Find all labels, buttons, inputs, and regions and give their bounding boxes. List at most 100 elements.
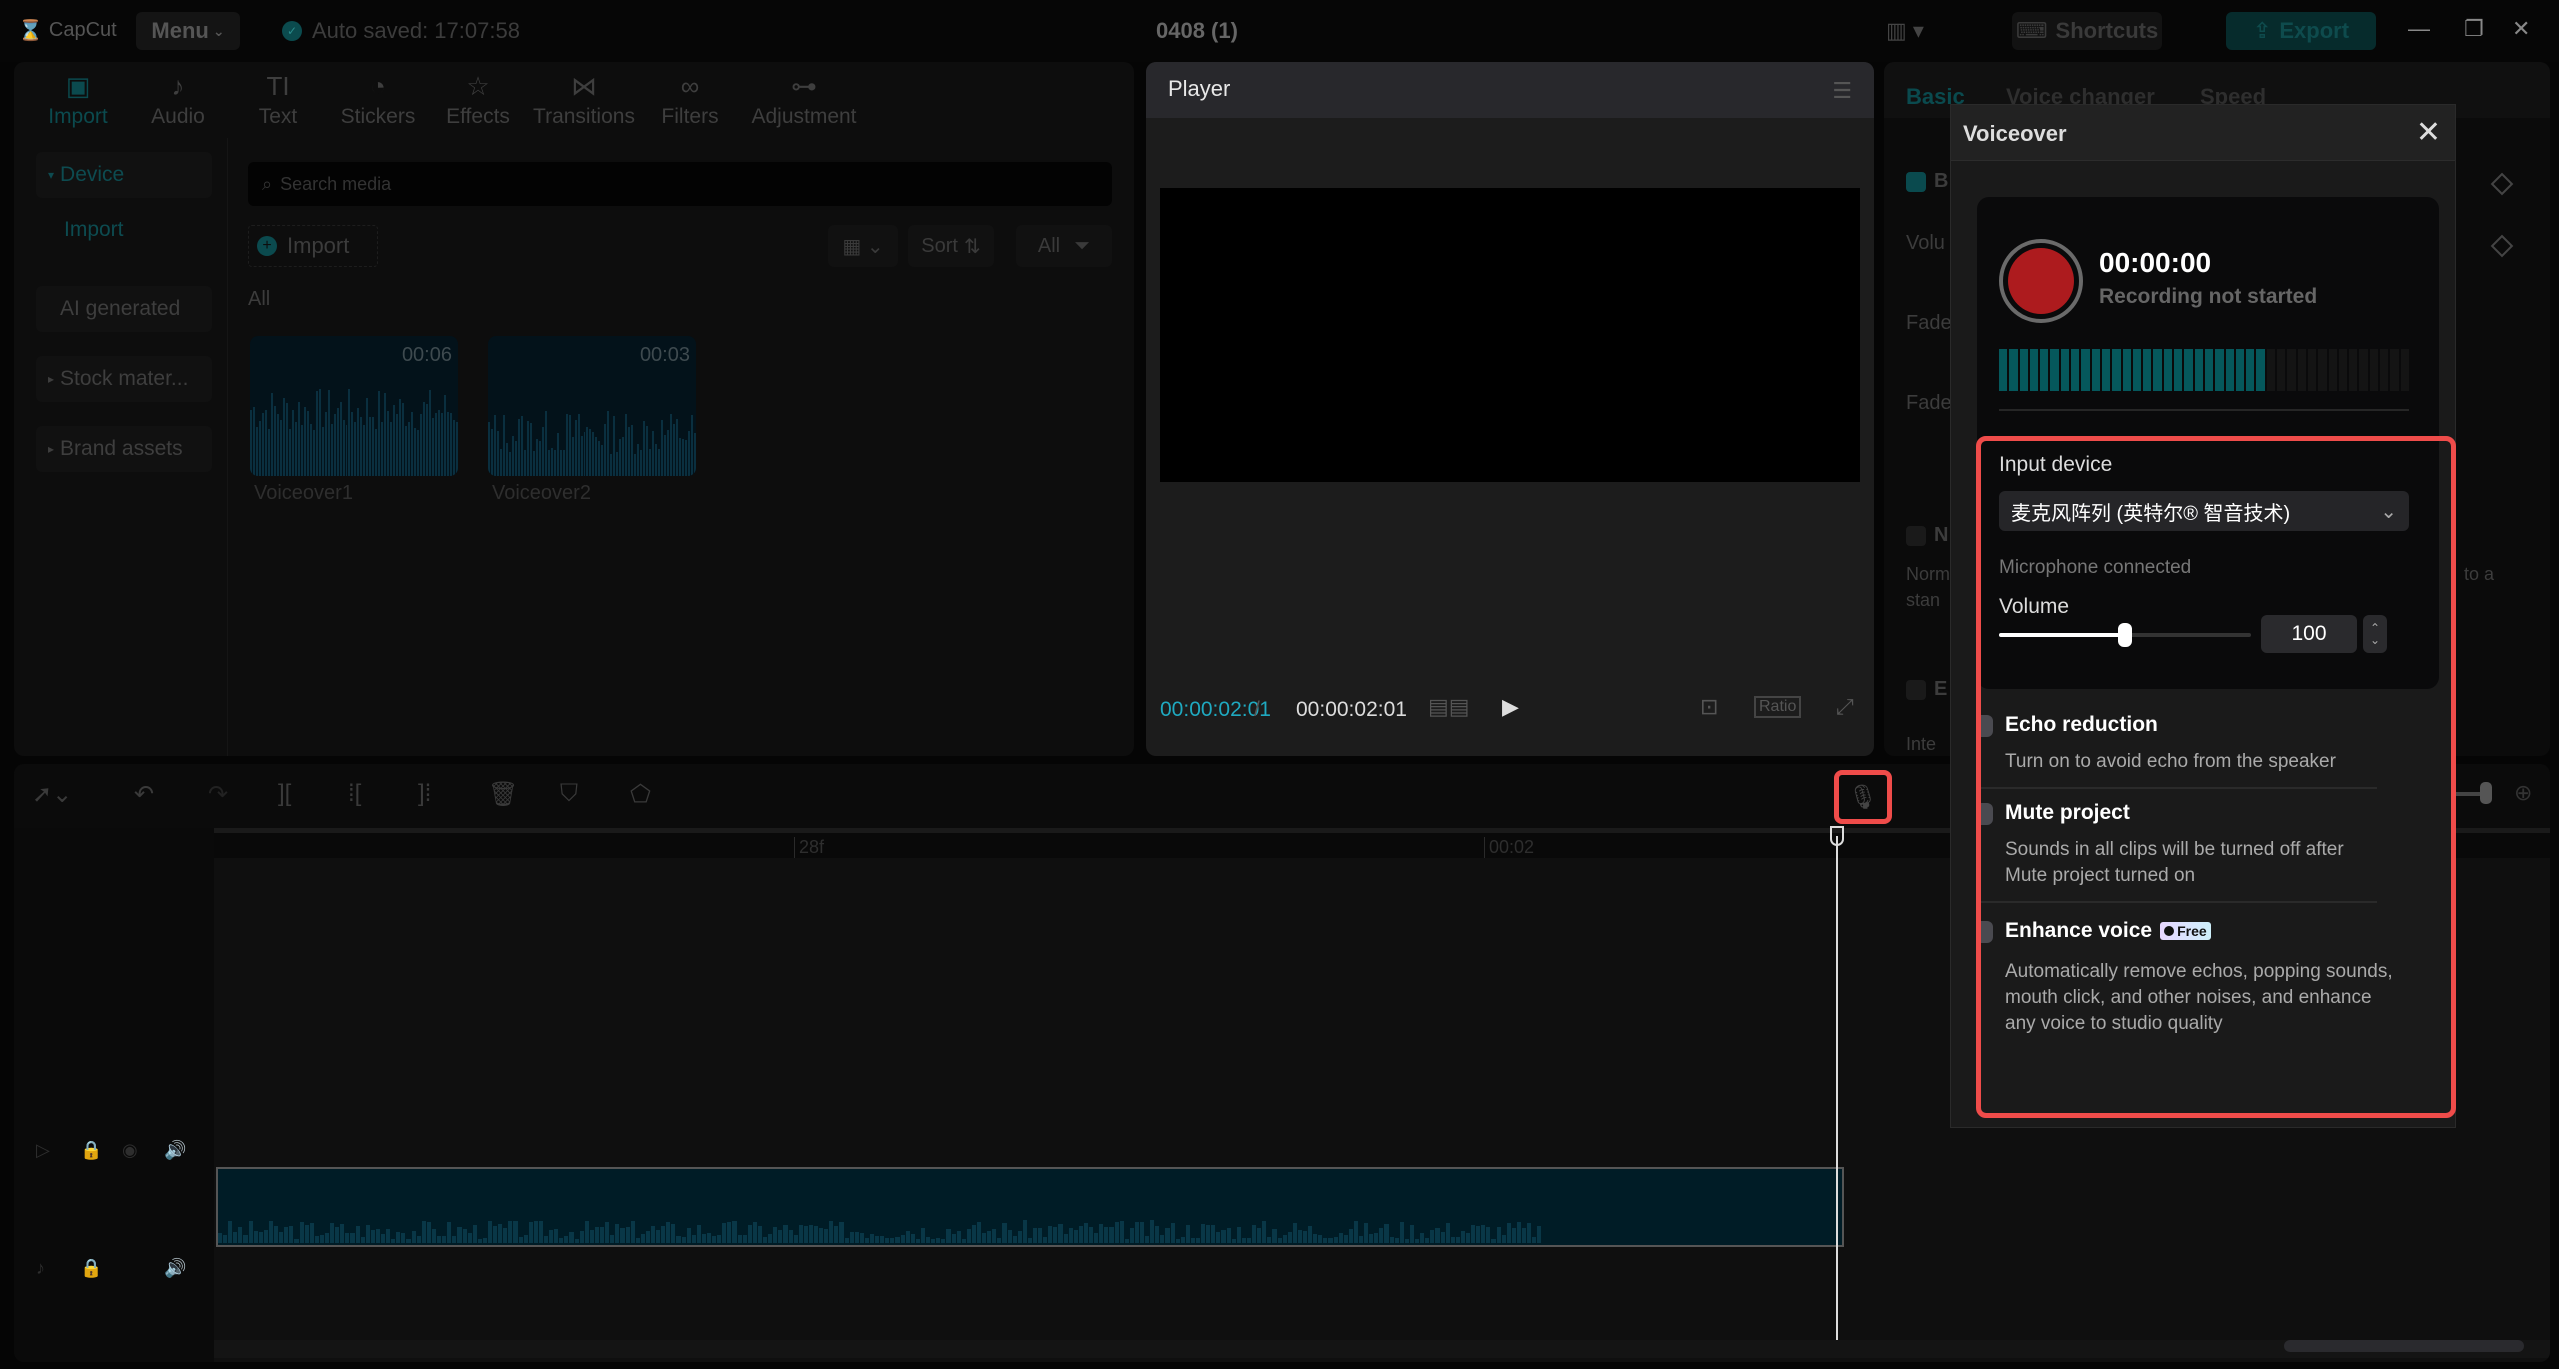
redo-icon[interactable]: ↷: [208, 780, 228, 809]
ai-marker-icon[interactable]: ⛉: [560, 780, 578, 808]
import-button[interactable]: + Import: [248, 225, 378, 267]
tab-filters[interactable]: ∞ Filters: [640, 62, 740, 138]
speaker-icon[interactable]: 🔊: [164, 1258, 186, 1279]
ratio-button[interactable]: Ratio: [1754, 696, 1802, 718]
meter-bar: [2307, 349, 2317, 391]
waveform-bar: [446, 412, 449, 476]
media-item-voiceover1[interactable]: 00:06: [250, 336, 458, 476]
zoom-fit-icon[interactable]: ⊡: [1700, 694, 1718, 720]
select-cursor-icon[interactable]: ➚⌄: [32, 780, 72, 809]
sidebar-item-device[interactable]: ▾ Device: [36, 152, 212, 198]
sort-button[interactable]: Sort ⇅: [908, 225, 994, 267]
input-device-select[interactable]: 麦克风阵列 (英特尔® 智音技术) ⌄: [1999, 491, 2409, 531]
waveform-bar: [267, 428, 270, 476]
capcut-logo-icon: ⌛: [18, 20, 43, 42]
mute-project-checkbox[interactable]: [1977, 803, 1993, 825]
delete-icon[interactable]: 🗑: [488, 780, 518, 809]
tab-audio[interactable]: ♪ Audio: [128, 62, 228, 138]
waveform-bar: [1017, 1231, 1022, 1243]
tab-import[interactable]: ▣ Import: [28, 62, 128, 138]
marker-icon[interactable]: ⬠: [630, 780, 651, 809]
waveform-bar: [345, 424, 348, 476]
tab-adjustment[interactable]: ⊶ Adjustment: [740, 62, 868, 138]
waveform-bar: [742, 1234, 747, 1243]
normalize-checkbox[interactable]: [1906, 526, 1926, 546]
sidebar-item-ai-generated[interactable]: AI generated: [36, 286, 212, 332]
enhance-voice-checkbox[interactable]: [1977, 921, 1993, 943]
keyframe-icon[interactable]: [2490, 234, 2514, 258]
playhead[interactable]: [1836, 836, 1838, 1340]
media-item-voiceover2[interactable]: 00:03: [488, 336, 696, 476]
sidebar-item-brand[interactable]: ▸ Brand assets: [36, 426, 212, 472]
waveform-bar: [455, 421, 458, 476]
menu-button[interactable]: Menu ⌄: [136, 12, 240, 50]
waveform-bar: [1150, 1220, 1155, 1243]
split-right-icon[interactable]: ]⁞: [418, 780, 431, 808]
search-input[interactable]: ⌕ Search media: [248, 162, 1112, 206]
waveform-bar: [345, 1232, 350, 1243]
volume-slider-handle[interactable]: [2118, 623, 2132, 647]
close-window-icon[interactable]: ✕: [2512, 16, 2530, 42]
import-icon: ▣: [65, 71, 91, 101]
mute-project-title: Mute project: [2005, 801, 2130, 825]
waveform-bar: [218, 1233, 223, 1243]
meter-bar: [1999, 349, 2008, 391]
split-left-icon[interactable]: ⁞[: [348, 780, 361, 808]
filter-button[interactable]: All ⏷: [1016, 225, 1112, 267]
waveform-bar: [544, 411, 547, 476]
waveform-bar: [966, 1229, 971, 1243]
export-button[interactable]: ⇪ Export: [2226, 12, 2376, 50]
basic-checkbox[interactable]: [1906, 172, 1926, 192]
play-icon[interactable]: ▶: [1502, 694, 1519, 720]
tab-transitions[interactable]: ⋈ Transitions: [528, 62, 640, 138]
close-icon[interactable]: ✕: [2416, 115, 2441, 150]
zoom-in-icon[interactable]: ⊕: [2514, 780, 2532, 806]
record-button[interactable]: [1999, 239, 2083, 323]
horizontal-scrollbar[interactable]: [2284, 1340, 2524, 1352]
effects-icon: ☆: [466, 71, 490, 101]
video-preview[interactable]: [1160, 188, 1860, 482]
zoom-slider-handle[interactable]: [2480, 782, 2492, 804]
sidebar-item-import[interactable]: Import: [64, 218, 124, 242]
undo-icon[interactable]: ↶: [134, 780, 154, 809]
volume-stepper[interactable]: ⌃ ⌄: [2363, 615, 2387, 653]
tab-text[interactable]: TI Text: [228, 62, 328, 138]
waveform-bar: [1033, 1228, 1038, 1243]
tab-stickers[interactable]: ◔ Stickers: [328, 62, 428, 138]
keyframe-icon[interactable]: [2490, 172, 2514, 196]
waveform-bar: [565, 413, 568, 476]
waveform-bar: [635, 1238, 640, 1243]
volume-slider[interactable]: [1999, 623, 2251, 647]
audio-clip[interactable]: [216, 1167, 1844, 1247]
chevron-down-icon[interactable]: ⌄: [2370, 634, 2380, 646]
waveform-bar: [1267, 1236, 1272, 1243]
record-voiceover-button[interactable]: 🎙: [1834, 770, 1892, 824]
echo-reduction-checkbox[interactable]: [1977, 715, 1993, 737]
minimize-icon[interactable]: —: [2408, 16, 2430, 42]
split-icon[interactable]: ][: [278, 780, 291, 808]
waveform-bar: [594, 1227, 600, 1243]
waveform-bar: [411, 1230, 416, 1243]
enhance-checkbox[interactable]: [1906, 680, 1926, 700]
waveform-bar: [324, 1233, 330, 1243]
speaker-icon[interactable]: 🔊: [164, 1140, 186, 1161]
lock-icon[interactable]: 🔒: [80, 1258, 102, 1279]
eye-icon[interactable]: ◉: [122, 1140, 138, 1161]
waveform-bar: [1516, 1222, 1521, 1243]
waveform-bar: [432, 417, 435, 476]
waveform-bar: [336, 407, 339, 476]
maximize-icon[interactable]: ❐: [2464, 16, 2484, 42]
volume-input[interactable]: 100: [2261, 615, 2357, 653]
waveform-bar: [1139, 1221, 1145, 1243]
fullscreen-icon[interactable]: ⤢: [1836, 694, 1854, 720]
view-toggle-button[interactable]: ▦ ⌄: [828, 225, 898, 267]
sidebar-item-stock[interactable]: ▸ Stock mater...: [36, 356, 212, 402]
lock-icon[interactable]: 🔒: [80, 1140, 102, 1161]
voiceover-dialog: Voiceover ✕ 00:00:00 Recording not start…: [1950, 104, 2456, 1128]
hamburger-menu-icon[interactable]: ☰: [1832, 78, 1852, 104]
layout-icon[interactable]: ▥ ▾: [1886, 18, 1924, 44]
shortcuts-button[interactable]: ⌨ Shortcuts: [2012, 12, 2162, 50]
tab-effects[interactable]: ☆ Effects: [428, 62, 528, 138]
timeline-list-icon[interactable]: ▤▤: [1428, 694, 1470, 720]
waveform-bar: [1073, 1229, 1078, 1243]
